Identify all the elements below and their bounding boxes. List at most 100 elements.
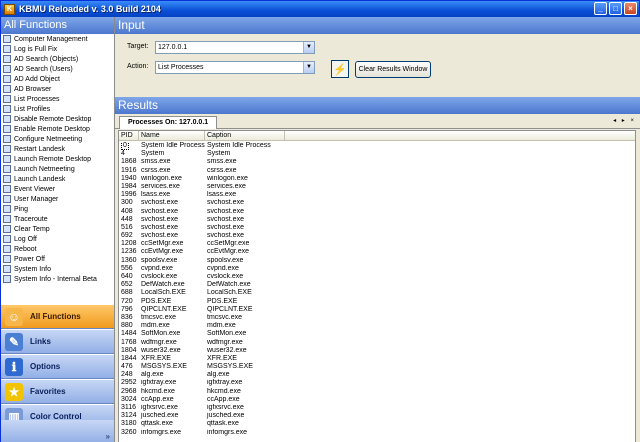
expand-chevron-icon[interactable]: » (106, 432, 110, 441)
table-row[interactable]: 248 alg.exe alg.exe (119, 371, 635, 379)
pid-cell: 1360 (119, 257, 139, 265)
function-item[interactable]: Disable Remote Desktop (1, 114, 114, 124)
maximize-button[interactable]: □ (609, 2, 622, 15)
function-item[interactable]: User Manager (1, 194, 114, 204)
table-row[interactable]: 3260 infomgrs.exe infomgrs.exe (119, 429, 635, 437)
function-item[interactable]: AD Add Object (1, 74, 114, 84)
table-row[interactable]: 1236 ccEvtMgr.exe ccEvtMgr.exe (119, 248, 635, 256)
chevron-down-icon[interactable]: ▼ (303, 42, 314, 53)
cell-text: csrss.exe (141, 166, 171, 174)
function-item[interactable]: Computer Management (1, 34, 114, 44)
caption-cell: tmcsvc.exe (205, 314, 285, 322)
function-item[interactable]: Configure Netmeeting (1, 134, 114, 144)
pid-cell: 640 (119, 273, 139, 281)
function-item[interactable]: AD Search (Users) (1, 64, 114, 74)
function-item[interactable]: Log is Full Fix (1, 44, 114, 54)
caption-cell: SoftMon.exe (205, 330, 285, 338)
function-item[interactable]: Launch Netmeeting (1, 164, 114, 174)
run-action-button[interactable]: ⚡ (331, 60, 349, 78)
table-row[interactable]: 1916 csrss.exe csrss.exe (119, 166, 635, 175)
table-row[interactable]: 3024 ccApp.exe ccApp.exe (119, 396, 635, 404)
function-item[interactable]: Restart Landesk (1, 144, 114, 154)
action-combo[interactable]: List Processes ▼ (155, 61, 315, 74)
function-item[interactable]: Launch Remote Desktop (1, 154, 114, 164)
column-header-name[interactable]: Name (139, 131, 205, 140)
table-row[interactable]: 300 svchost.exe svchost.exe (119, 199, 635, 207)
table-row[interactable]: 0 System Idle Process System Idle Process (119, 142, 635, 150)
function-item[interactable]: AD Search (Objects) (1, 54, 114, 64)
table-row[interactable]: 2968 hkcmd.exe hkcmd.exe (119, 388, 635, 396)
caption-cell: svchost.exe (205, 224, 285, 232)
table-row[interactable]: 880 mdm.exe mdm.exe (119, 322, 635, 330)
function-item[interactable]: System Info - Internal Beta (1, 274, 114, 284)
table-row[interactable]: 516 svchost.exe svchost.exe (119, 224, 635, 232)
caption-cell: svchost.exe (205, 208, 285, 216)
table-row[interactable]: 476 MSGSYS.EXE MSGSYS.EXE (119, 363, 635, 371)
table-row[interactable]: 1996 lsass.exe lsass.exe (119, 191, 635, 199)
table-row[interactable]: 640 cvslock.exe cvslock.exe (119, 273, 635, 281)
close-button[interactable]: × (624, 2, 637, 15)
clear-results-button[interactable]: Clear Results Window (355, 61, 431, 78)
nav-button-all-functions[interactable]: ☺ All Functions (1, 304, 114, 329)
tab-nav-icons[interactable]: ◂ ▸ × (613, 117, 636, 124)
table-row[interactable]: 3124 jusched.exe jusched.exe (119, 412, 635, 420)
table-row[interactable]: 448 svchost.exe svchost.exe (119, 216, 635, 224)
table-row[interactable]: 796 QIPCLNT.EXE QIPCLNT.EXE (119, 306, 635, 314)
function-item[interactable]: List Processes (1, 94, 114, 104)
nav-button-options[interactable]: ℹ Options (1, 354, 114, 379)
function-item[interactable]: Reboot (1, 244, 114, 254)
table-row[interactable]: 1360 spoolsv.exe spoolsv.exe (119, 257, 635, 265)
table-row[interactable]: 556 cvpnd.exe cvpnd.exe (119, 265, 635, 273)
table-row[interactable]: 688 LocalSch.EXE LocalSch.EXE (119, 289, 635, 297)
column-header-pid[interactable]: PID (119, 131, 139, 140)
target-combo[interactable]: 127.0.0.1 ▼ (155, 41, 315, 54)
name-cell: MSGSYS.EXE (139, 363, 205, 371)
nav-button-label: Favorites (30, 387, 66, 396)
table-row[interactable]: 1940 winlogon.exe winlogon.exe (119, 175, 635, 183)
tab-processes[interactable]: Processes On: 127.0.0.1 (119, 116, 218, 129)
caption-cell: ccEvtMgr.exe (205, 248, 285, 256)
functions-list[interactable]: Computer Management Log is Full Fix AD Sea… (1, 34, 114, 302)
name-cell: alg.exe (139, 371, 205, 379)
table-row[interactable]: 836 tmcsvc.exe tmcsvc.exe (119, 314, 635, 322)
cell-text: igfxtray.exe (207, 379, 243, 387)
table-row[interactable]: 1208 ccSetMgr.exe ccSetMgr.exe (119, 240, 635, 248)
table-row[interactable]: 1984 services.exe services.exe (119, 183, 635, 191)
title-bar[interactable]: K KBMU Reloaded v. 3.0 Build 2104 _ □ × (1, 1, 639, 17)
table-row[interactable]: 4 System System (119, 150, 635, 158)
table-row[interactable]: 1768 wdfmgr.exe wdfmgr.exe (119, 339, 635, 347)
function-item[interactable]: Enable Remote Desktop (1, 124, 114, 134)
minimize-button[interactable]: _ (594, 2, 607, 15)
table-row[interactable]: 652 DefWatch.exe DefWatch.exe (119, 281, 635, 289)
function-item[interactable]: Launch Landesk (1, 174, 114, 184)
table-row[interactable]: 1484 SoftMon.exe SoftMon.exe (119, 330, 635, 338)
function-icon (3, 265, 11, 273)
function-item[interactable]: List Profiles (1, 104, 114, 114)
table-row[interactable]: 692 svchost.exe svchost.exe (119, 232, 635, 240)
table-row[interactable]: 3116 igfxsrvc.exe igfxsrvc.exe (119, 404, 635, 412)
function-item[interactable]: Log Off (1, 234, 114, 244)
functions-panel-title: All Functions (1, 17, 114, 34)
function-item[interactable]: Power Off (1, 254, 114, 264)
table-row[interactable]: 3180 qttask.exe qttask.exe (119, 420, 635, 428)
cell-text: 408 (121, 207, 133, 215)
function-item[interactable]: Traceroute (1, 214, 114, 224)
function-item[interactable]: Ping (1, 204, 114, 214)
function-item[interactable]: System Info (1, 264, 114, 274)
caption-cell: PDS.EXE (205, 298, 285, 306)
nav-button-links[interactable]: ✎ Links (1, 329, 114, 354)
chevron-down-icon[interactable]: ▼ (303, 62, 314, 73)
table-row[interactable]: 2952 igfxtray.exe igfxtray.exe (119, 379, 635, 387)
function-item[interactable]: AD Browser (1, 84, 114, 94)
function-item[interactable]: Clear Temp (1, 224, 114, 234)
table-row[interactable]: 720 PDS.EXE PDS.EXE (119, 298, 635, 306)
column-header-caption[interactable]: Caption (205, 131, 285, 140)
processes-grid[interactable]: PID Name Caption 0 System Idle Process Sys… (118, 130, 636, 442)
pid-cell: 300 (119, 199, 139, 207)
table-row[interactable]: 1844 XFR.EXE XFR.EXE (119, 355, 635, 363)
table-row[interactable]: 1868 smss.exe smss.exe (119, 158, 635, 166)
function-item[interactable]: Event Viewer (1, 184, 114, 194)
table-row[interactable]: 1804 wuser32.exe wuser32.exe (119, 347, 635, 355)
nav-button-favorites[interactable]: ★ Favorites (1, 379, 114, 404)
table-row[interactable]: 408 svchost.exe svchost.exe (119, 207, 635, 216)
